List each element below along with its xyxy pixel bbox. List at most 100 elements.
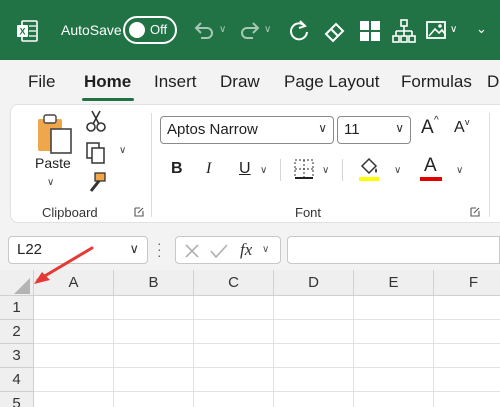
font-size-dropdown-icon[interactable]: ∨ bbox=[395, 121, 404, 135]
font-separator bbox=[342, 159, 343, 181]
grid-cell[interactable] bbox=[434, 368, 500, 392]
grid-cell[interactable] bbox=[34, 296, 114, 320]
undo-dropdown-icon[interactable]: ∨ bbox=[219, 24, 226, 35]
row-header-1[interactable]: 1 bbox=[0, 296, 34, 320]
grid-cell[interactable] bbox=[434, 320, 500, 344]
font-separator bbox=[280, 159, 281, 181]
font-color-dropdown-icon[interactable]: ∨ bbox=[456, 165, 463, 176]
grid-cell[interactable] bbox=[194, 296, 274, 320]
picture-dropdown-icon[interactable]: ∨ bbox=[450, 24, 457, 35]
row-header-4[interactable]: 4 bbox=[0, 368, 34, 392]
tab-insert[interactable]: Insert bbox=[154, 72, 197, 92]
grid-cell[interactable] bbox=[34, 344, 114, 368]
grid-cell[interactable] bbox=[114, 296, 194, 320]
grid-cell[interactable] bbox=[434, 296, 500, 320]
underline-dropdown-icon[interactable]: ∨ bbox=[260, 165, 267, 176]
grid-cell[interactable] bbox=[274, 368, 354, 392]
grid-cell[interactable] bbox=[194, 344, 274, 368]
grid-cell[interactable] bbox=[194, 320, 274, 344]
redo-dropdown-icon[interactable]: ∨ bbox=[264, 24, 271, 35]
grid-cell[interactable] bbox=[354, 344, 434, 368]
font-name-dropdown-icon[interactable]: ∨ bbox=[318, 121, 327, 135]
customize-toolbar-icon[interactable]: ⌄ bbox=[476, 21, 487, 37]
grid-cell[interactable] bbox=[354, 320, 434, 344]
grid-cell[interactable] bbox=[354, 392, 434, 407]
font-name-box[interactable]: Aptos Narrow ∨ bbox=[160, 116, 334, 144]
paste-button[interactable]: Paste bbox=[35, 155, 71, 171]
grid-cell[interactable] bbox=[34, 392, 114, 407]
tab-file[interactable]: File bbox=[28, 72, 55, 92]
tab-data[interactable]: D bbox=[487, 72, 499, 92]
borders-dropdown-icon[interactable]: ∨ bbox=[322, 165, 329, 176]
grid-cell[interactable] bbox=[274, 296, 354, 320]
fill-color-dropdown-icon[interactable]: ∨ bbox=[394, 165, 401, 176]
grid-cell[interactable] bbox=[114, 320, 194, 344]
org-chart-icon[interactable] bbox=[391, 18, 417, 44]
row-header-3[interactable]: 3 bbox=[0, 344, 34, 368]
format-painter-icon[interactable] bbox=[85, 171, 107, 195]
column-header-f[interactable]: F bbox=[434, 270, 500, 296]
grid-cell[interactable] bbox=[354, 368, 434, 392]
grow-font-caret-icon: ^ bbox=[434, 115, 439, 126]
more-options-icon[interactable]: · · · bbox=[157, 236, 162, 262]
column-header-d[interactable]: D bbox=[274, 270, 354, 296]
enter-check-icon[interactable] bbox=[210, 243, 228, 259]
grow-font-button[interactable]: A bbox=[421, 117, 434, 139]
italic-button[interactable]: I bbox=[206, 160, 211, 178]
grid-cell[interactable] bbox=[194, 368, 274, 392]
font-color-button[interactable]: A bbox=[424, 155, 437, 177]
grid-cell[interactable] bbox=[274, 392, 354, 407]
grid-cell[interactable] bbox=[194, 392, 274, 407]
grid-cell[interactable] bbox=[34, 320, 114, 344]
grid-cell[interactable] bbox=[274, 320, 354, 344]
bold-button[interactable]: B bbox=[171, 160, 183, 178]
autosave-toggle[interactable]: Off bbox=[123, 16, 177, 44]
row-header-2[interactable]: 2 bbox=[0, 320, 34, 344]
paste-icon[interactable] bbox=[35, 113, 75, 155]
table-grid-icon[interactable] bbox=[357, 18, 383, 44]
undo-icon[interactable] bbox=[191, 18, 217, 44]
grid-cell[interactable] bbox=[114, 368, 194, 392]
ribbon-panel: Paste ∨ ∨ Clipboard Aptos Narrow ∨ 11 ∨ … bbox=[10, 104, 500, 223]
formula-input[interactable] bbox=[287, 236, 500, 264]
cut-icon[interactable] bbox=[85, 109, 107, 133]
formula-actions: fx ∨ bbox=[175, 236, 281, 264]
refresh-icon[interactable] bbox=[286, 18, 312, 44]
grid-cell[interactable] bbox=[274, 344, 354, 368]
column-header-b[interactable]: B bbox=[114, 270, 194, 296]
paste-dropdown-icon[interactable]: ∨ bbox=[47, 177, 54, 188]
column-header-c[interactable]: C bbox=[194, 270, 274, 296]
tab-draw[interactable]: Draw bbox=[220, 72, 260, 92]
underline-button[interactable]: U bbox=[239, 160, 251, 178]
tab-page-layout[interactable]: Page Layout bbox=[284, 72, 379, 92]
excel-logo-icon[interactable]: X bbox=[16, 20, 38, 42]
column-header-e[interactable]: E bbox=[354, 270, 434, 296]
eraser-icon[interactable] bbox=[322, 18, 348, 44]
copy-icon[interactable] bbox=[85, 141, 107, 165]
grid-cell[interactable] bbox=[434, 392, 500, 407]
shrink-font-button[interactable]: A bbox=[454, 119, 465, 137]
grid-cell[interactable] bbox=[434, 344, 500, 368]
font-launcher-icon[interactable] bbox=[470, 207, 480, 217]
worksheet-grid: A B C D E F 1 2 3 4 5 bbox=[0, 270, 500, 407]
insert-function-button[interactable]: fx bbox=[240, 240, 252, 260]
name-box-dropdown-icon[interactable]: ∨ bbox=[129, 241, 139, 257]
font-size-box[interactable]: 11 ∨ bbox=[337, 116, 411, 144]
clipboard-launcher-icon[interactable] bbox=[134, 207, 144, 217]
redo-icon[interactable] bbox=[237, 18, 263, 44]
tab-formulas[interactable]: Formulas bbox=[401, 72, 472, 92]
row-header-5[interactable]: 5 bbox=[0, 392, 34, 407]
tab-home[interactable]: Home bbox=[84, 72, 131, 92]
grid-cell[interactable] bbox=[34, 368, 114, 392]
grid-cell[interactable] bbox=[114, 392, 194, 407]
picture-icon[interactable] bbox=[424, 18, 450, 44]
borders-icon[interactable] bbox=[293, 158, 315, 180]
fx-dropdown-icon[interactable]: ∨ bbox=[262, 244, 269, 255]
grid-cell[interactable] bbox=[354, 296, 434, 320]
fill-color-icon[interactable] bbox=[357, 156, 381, 182]
cancel-icon[interactable] bbox=[184, 243, 200, 259]
font-color-swatch bbox=[420, 177, 442, 181]
copy-dropdown-icon[interactable]: ∨ bbox=[119, 145, 126, 156]
font-size-value: 11 bbox=[344, 121, 360, 138]
grid-cell[interactable] bbox=[114, 344, 194, 368]
